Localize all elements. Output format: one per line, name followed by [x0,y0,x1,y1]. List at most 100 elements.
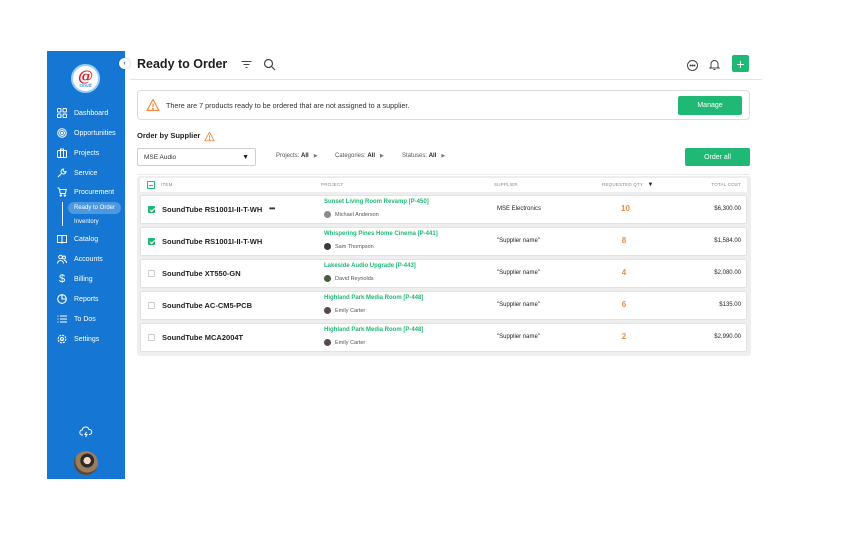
caret-down-icon: ▼ [242,153,249,161]
sidebar-item-projects[interactable]: Projects [57,146,99,160]
sidebar-item-label: Service [74,169,98,177]
section-divider [137,174,750,175]
list-icon [57,314,67,324]
select-all-checkbox[interactable] [147,181,155,189]
project-link[interactable]: Lakeside Audio Upgrade [P-443] [324,263,416,269]
table-row[interactable]: SoundTube RS1001I-II-T-WH ••• Sunset Livin… [140,195,747,224]
sidebar-item-service[interactable]: Service [57,166,97,180]
sidebar-item-accounts[interactable]: Accounts [57,252,103,266]
column-header-total-cost[interactable]: TOTAL COST [711,182,741,187]
more-options-icon[interactable]: ••• [269,204,275,213]
total-cost: $135.00 [719,302,741,308]
requested-qty: 10 [621,204,630,213]
table-row[interactable]: SoundTube XT550-GN Lakeside Audio Upgrade… [140,259,747,288]
sidebar-item-label: Projects [74,149,100,157]
sidebar-item-billing[interactable]: $ Billing [57,272,93,286]
project-owner: Emily Carter [324,307,365,314]
project-owner: Michael Anderson [324,211,379,218]
products-table: ITEM PROJECT SUPPLIER REQUESTED QTY ▼ TO… [137,176,751,356]
owner-avatar [324,211,331,218]
supplier-select[interactable]: MSE Audio ▼ [137,148,256,166]
filter-statuses[interactable]: Statuses: All ▶ [402,153,445,159]
wrench-icon [57,168,67,178]
total-cost: $2,990.00 [714,334,741,340]
order-all-button[interactable]: Order all [685,148,750,166]
sidebar-item-settings[interactable]: Settings [57,332,99,346]
row-checkbox[interactable] [148,302,155,309]
sidebar-item-reports[interactable]: Reports [57,292,99,306]
header-divider [130,79,762,80]
item-name[interactable]: SoundTube RS1001I-II-T-WH [162,237,262,246]
add-button[interactable]: + [732,55,749,72]
owner-avatar [324,339,331,346]
sort-desc-icon: ▼ [647,182,654,188]
pie-chart-icon [57,294,67,304]
row-checkbox[interactable] [148,238,155,245]
table-row[interactable]: SoundTube AC-CM5-PCB Highland Park Media … [140,291,747,320]
owner-name: Emily Carter [335,307,366,314]
item-name[interactable]: SoundTube XT550-GN [162,269,241,278]
dollar-icon: $ [58,273,66,285]
table-row[interactable]: SoundTube MCA2004T Highland Park Media Ro… [140,323,747,352]
warning-icon [146,98,160,112]
sidebar-item-label: Reports [74,295,99,303]
item-name[interactable]: SoundTube MCA2004T [162,333,243,342]
sidebar-item-opportunities[interactable]: Opportunities [57,126,116,140]
search-icon[interactable] [263,58,276,71]
grid-icon [57,108,67,118]
project-owner: David Reynolds [324,275,374,282]
sidebar-item-todos[interactable]: To Dos [57,312,96,326]
bell-icon[interactable] [708,58,721,71]
owner-name: Emily Carter [335,339,366,346]
owner-avatar [324,307,331,314]
gear-icon [57,334,67,344]
column-header-project[interactable]: PROJECT [321,182,343,187]
column-header-item[interactable]: ITEM [161,182,173,187]
filter-projects[interactable]: Projects: All ▶ [276,153,318,159]
item-name[interactable]: SoundTube AC-CM5-PCB [162,301,252,310]
requested-qty: 6 [621,300,627,309]
item-name[interactable]: SoundTube RS1001I-II-T-WH [162,205,262,214]
chat-icon[interactable] [686,59,699,72]
column-header-requested-qty[interactable]: REQUESTED QTY ▼ [602,182,654,188]
app-logo[interactable]: @ cloud [71,64,100,93]
sidebar-item-label: Catalog [74,235,99,243]
sidebar-item-procurement[interactable]: Procurement [57,185,114,199]
row-checkbox[interactable] [148,270,155,277]
filter-label: Projects: [276,153,300,159]
chevron-left-icon[interactable]: ‹ [119,58,130,69]
column-header-supplier[interactable]: SUPPLIER [494,182,518,187]
owner-name: David Reynolds [335,275,374,282]
sidebar-item-label: Settings [74,335,100,343]
briefcase-icon [57,148,67,158]
user-avatar[interactable] [74,451,98,475]
filter-categories[interactable]: Categories: All ▶ [335,153,384,159]
caret-right-icon: ▶ [313,153,318,159]
sidebar-item-dashboard[interactable]: Dashboard [57,106,108,120]
row-checkbox[interactable] [148,206,155,213]
sidebar-subitem-inventory[interactable]: Inventory [68,216,105,228]
manage-button[interactable]: Manage [678,96,742,115]
target-icon [57,128,67,138]
supplier-select-value: MSE Audio [144,153,177,161]
project-link[interactable]: Whispering Pines Home Cinema [P-441] [324,231,438,237]
total-cost: $6,300.00 [714,206,741,212]
sidebar-item-label: Accounts [74,255,103,263]
alert-message: There are 7 products ready to be ordered… [166,101,410,110]
sidebar-item-catalog[interactable]: Catalog [57,232,98,246]
cloud-sync-icon[interactable] [79,425,93,439]
table-header: ITEM PROJECT SUPPLIER REQUESTED QTY ▼ TO… [140,178,747,192]
project-link[interactable]: Sunset Living Room Revamp [P-450] [324,199,429,205]
project-link[interactable]: Highland Park Media Room [P-448] [324,295,423,301]
book-icon [57,234,67,244]
table-row[interactable]: SoundTube RS1001I-II-T-WH Whispering Pine… [140,227,747,256]
requested-qty: 8 [621,236,627,245]
owner-name: Sam Thompson [335,243,374,250]
supplier-name: "Supplier name" [497,334,540,340]
sidebar-subitem-ready-to-order[interactable]: Ready to Order [68,202,122,214]
row-checkbox[interactable] [148,334,155,341]
supplier-name: MSE Electronics [497,206,542,212]
project-link[interactable]: Highland Park Media Room [P-448] [324,327,423,333]
requested-qty: 2 [621,332,627,341]
filter-icon[interactable] [240,58,253,71]
